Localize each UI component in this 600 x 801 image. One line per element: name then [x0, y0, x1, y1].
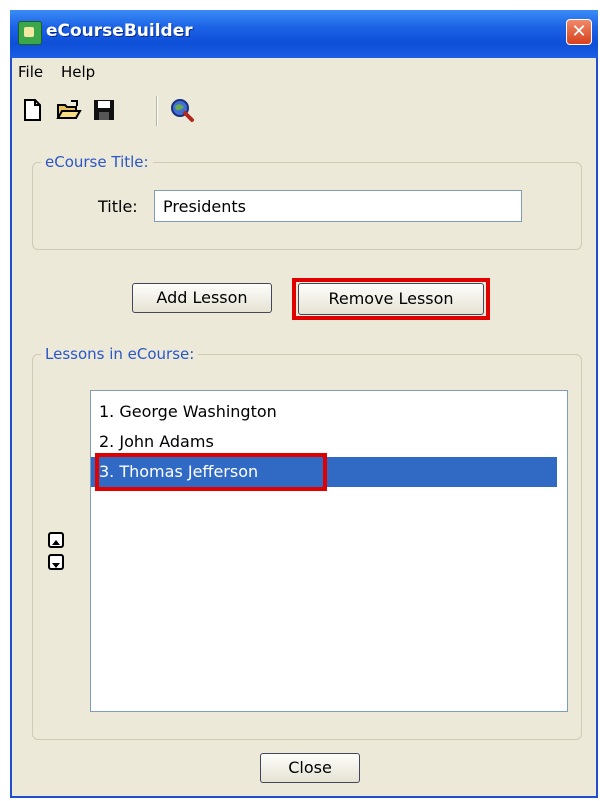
menu-bar: File Help [12, 58, 596, 86]
title-label: Title: [98, 197, 138, 216]
search-globe-icon[interactable] [170, 98, 194, 122]
arrow-up-icon [52, 540, 60, 545]
lessons-list[interactable]: 1. George Washington 2. John Adams 3. Th… [90, 390, 568, 712]
close-window-button[interactable]: ✕ [566, 19, 592, 45]
ecoursebuilder-window: eCourseBuilder ✕ File Help eCourse Title… [10, 10, 598, 798]
arrow-down-icon [52, 563, 60, 568]
highlight-selected-lesson [95, 453, 327, 491]
lesson-item-1[interactable]: 1. George Washington [91, 397, 557, 427]
app-logo-icon [18, 21, 42, 45]
move-up-button[interactable] [48, 532, 64, 548]
toolbar [12, 90, 596, 134]
toolbar-separator [156, 96, 158, 126]
window-title: eCourseBuilder [46, 21, 193, 41]
ecourse-title-legend: eCourse Title: [41, 153, 153, 171]
open-folder-icon[interactable] [56, 98, 82, 122]
menu-help[interactable]: Help [61, 63, 95, 81]
menu-file[interactable]: File [18, 63, 43, 81]
title-input[interactable] [154, 190, 522, 222]
title-bar[interactable]: eCourseBuilder ✕ [10, 10, 598, 58]
add-lesson-button[interactable]: Add Lesson [132, 283, 272, 313]
remove-lesson-button[interactable]: Remove Lesson [298, 283, 484, 315]
lessons-legend: Lessons in eCourse: [41, 345, 199, 363]
move-down-button[interactable] [48, 554, 64, 570]
save-disk-icon[interactable] [92, 98, 116, 122]
close-button[interactable]: Close [260, 753, 360, 783]
new-document-icon[interactable] [20, 98, 44, 122]
